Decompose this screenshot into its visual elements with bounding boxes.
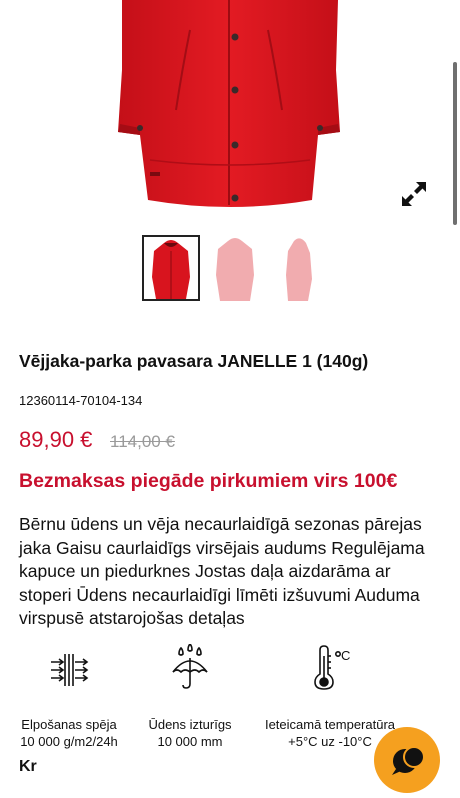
current-price: 89,90 €: [19, 427, 93, 452]
thumbnail-front[interactable]: [142, 235, 200, 301]
product-description: Bērnu ūdens un vēja necaurlaidīgā sezona…: [19, 514, 425, 628]
svg-text:C: C: [341, 648, 350, 663]
feature-breathability-value: 10 000 g/m2/24h: [20, 734, 118, 749]
product-image[interactable]: [0, 0, 460, 225]
chat-button[interactable]: [374, 727, 440, 793]
thumbnail-side[interactable]: [270, 235, 328, 301]
feature-waterproof-title: Ūdens izturīgs: [148, 717, 232, 732]
feature-waterproof: Ūdens izturīgs 10 000 mm: [135, 640, 245, 750]
page-scrollbar[interactable]: [453, 62, 457, 225]
jacket-front-image: [152, 240, 190, 299]
next-section-heading: Kr: [19, 758, 37, 775]
old-price: 114,00 €: [110, 432, 175, 451]
shipping-promo: Bezmaksas piegāde pirkumiem virs 100€: [19, 470, 398, 492]
product-sku: 12360114-70104-134: [19, 393, 143, 408]
jacket-photo: [118, 0, 340, 207]
thermometer-icon: C: [314, 645, 350, 690]
product-title: Vējjaka-parka pavasara JANELLE 1 (140g): [19, 351, 369, 371]
jacket-back-image: [216, 238, 254, 301]
feature-breathability: Elpošanas spēja 10 000 g/m2/24h: [14, 640, 124, 750]
feature-breathability-title: Elpošanas spēja: [21, 717, 117, 732]
umbrella-rain-icon: [172, 644, 208, 689]
chat-bubbles-icon: [392, 746, 425, 775]
image-thumbnails: [142, 235, 328, 301]
feature-waterproof-value: 10 000 mm: [157, 734, 223, 749]
jacket-side-image: [286, 238, 312, 301]
expand-icon[interactable]: [398, 178, 430, 210]
thumbnail-back[interactable]: [206, 235, 264, 301]
breathability-icon: [51, 654, 89, 686]
